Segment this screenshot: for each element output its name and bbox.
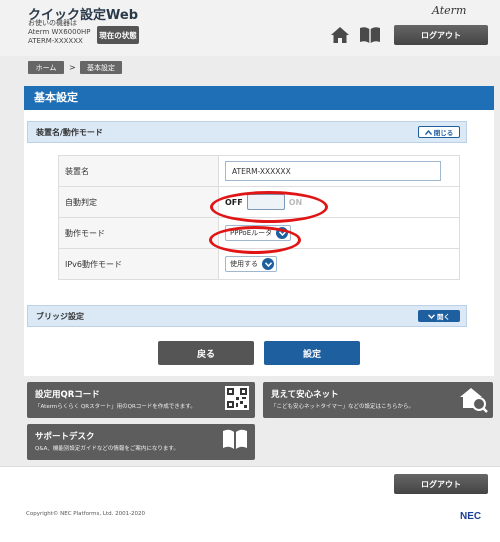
auto-detect-toggle[interactable]: OFF ON <box>225 194 302 210</box>
operation-mode-select[interactable]: PPPoEルータ <box>225 225 292 241</box>
chevron-down-icon <box>262 258 274 270</box>
qr-card-desc: 「Atermらくらく QRスタート」用のQRコードを作成できます。 <box>35 404 196 410</box>
table-row: 装置名 ATERM-XXXXXX <box>58 155 460 187</box>
auto-detect-label: 自動判定 <box>58 186 219 218</box>
qr-card-title: 設定用QRコード <box>35 390 100 400</box>
section-device-mode-label: 装置名/動作モード <box>36 128 103 137</box>
nec-logo: NEC <box>460 511 482 522</box>
table-row: 動作モード PPPoEルータ <box>58 217 460 249</box>
manual-book-icon[interactable] <box>358 26 382 44</box>
device-name: ATERM-XXXXXX <box>28 37 83 45</box>
brand-logo: Aterm <box>432 4 467 17</box>
chevron-down-icon <box>428 313 435 319</box>
toggle-on-label: ON <box>288 197 303 207</box>
settings-table: 装置名 ATERM-XXXXXX 自動判定 OFF ON 動作モード PPPoE… <box>58 155 460 280</box>
device-caption: お使いの機器は <box>28 19 77 27</box>
chevron-up-icon <box>424 129 432 135</box>
operation-mode-value: PPPoEルータ <box>230 229 273 237</box>
ipv6-mode-value: 使用する <box>230 260 258 268</box>
operation-mode-label: 動作モード <box>58 217 219 249</box>
support-card-title: サポートデスク <box>35 432 95 442</box>
ipv6-mode-label: IPv6動作モード <box>58 248 219 280</box>
expand-button-label: 開く <box>437 313 450 321</box>
section-device-mode: 装置名/動作モード 閉じる <box>27 121 467 143</box>
page-title: 基本設定 <box>24 86 494 110</box>
qr-code-icon <box>225 386 249 410</box>
table-row: 自動判定 OFF ON <box>58 186 460 218</box>
section-bridge: ブリッジ設定 開く <box>27 305 467 327</box>
mieru-net-card[interactable]: 見えて安心ネット 「こども安心ネットタイマー」などの設定はこちらから。 <box>263 382 493 418</box>
toggle-off-label: OFF <box>225 197 243 207</box>
breadcrumb-current: 基本設定 <box>80 61 122 74</box>
device-name-input[interactable]: ATERM-XXXXXX <box>225 161 441 181</box>
ipv6-mode-select[interactable]: 使用する <box>225 256 277 272</box>
book-icon <box>223 429 247 449</box>
table-row: IPv6動作モード 使用する <box>58 248 460 280</box>
current-status-button[interactable]: 現在の状態 <box>97 26 139 44</box>
collapse-button-label: 閉じる <box>433 129 454 137</box>
expand-button[interactable]: 開く <box>418 310 460 322</box>
home-icon[interactable] <box>330 26 350 44</box>
breadcrumb-home[interactable]: ホーム <box>28 61 64 74</box>
qr-code-card[interactable]: 設定用QRコード 「Atermらくらく QRスタート」用のQRコードを作成できま… <box>27 382 255 418</box>
device-model: Aterm WX6000HP <box>28 28 91 36</box>
copyright-text: Copyright© NEC Platforms, Ltd. 2001-2020 <box>26 511 146 517</box>
logout-button-top[interactable]: ログアウト <box>394 25 488 45</box>
header: クイック設定Web お使いの機器は Aterm WX6000HP ATERM-X… <box>0 0 500 56</box>
device-name-label: 装置名 <box>58 155 219 187</box>
section-bridge-label: ブリッジ設定 <box>36 312 84 321</box>
chevron-down-icon <box>276 227 289 239</box>
submit-button[interactable]: 設定 <box>264 341 360 365</box>
support-card-desc: Q&A、機能別設定ガイドなどの情報をご案内になります。 <box>35 446 179 452</box>
mieru-card-title: 見えて安心ネット <box>271 390 339 400</box>
logout-button-bottom[interactable]: ログアウト <box>394 474 488 494</box>
breadcrumb-separator: > <box>69 63 76 72</box>
support-desk-card[interactable]: サポートデスク Q&A、機能別設定ガイドなどの情報をご案内になります。 <box>27 424 255 460</box>
collapse-button[interactable]: 閉じる <box>418 126 460 138</box>
mieru-card-desc: 「こども安心ネットタイマー」などの設定はこちらから。 <box>271 404 415 410</box>
toggle-switch[interactable] <box>246 194 285 210</box>
home-search-icon <box>460 388 488 413</box>
back-button[interactable]: 戻る <box>158 341 254 365</box>
